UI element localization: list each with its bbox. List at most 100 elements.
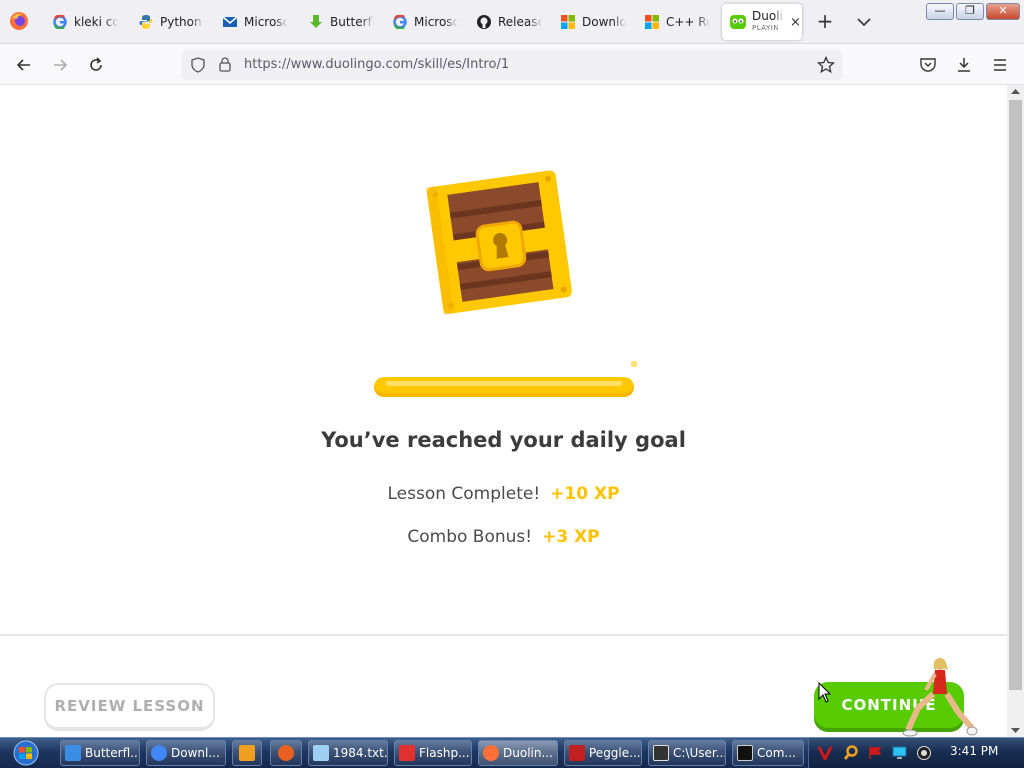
daily-goal-heading: You’ve reached your daily goal [321, 428, 686, 452]
lock-icon[interactable] [218, 56, 232, 73]
hamburger-menu-icon [994, 59, 1006, 71]
flag-icon[interactable] [868, 746, 883, 760]
new-tab-button[interactable]: + [814, 10, 836, 32]
treasure-chest-icon [426, 170, 572, 315]
monitor-icon[interactable] [892, 746, 907, 760]
tab-duolingo-active[interactable]: Duoli PLAYIN × [722, 4, 802, 40]
forward-arrow-icon [54, 59, 68, 71]
taskbar-item-butterfly[interactable]: Butterfl... [60, 740, 140, 766]
tab-python[interactable]: Python [138, 4, 216, 40]
progress-bar-shine [386, 381, 622, 386]
back-button[interactable] [13, 54, 35, 76]
tab-label: Microsc [244, 15, 288, 29]
scroll-down-arrow-icon[interactable] [1010, 726, 1021, 734]
pocket-button[interactable] [917, 54, 939, 76]
url-text[interactable]: https://www.duolingo.com/skill/es/Intro/… [244, 57, 509, 72]
taskbar-item-media-player[interactable] [232, 740, 262, 766]
taskbar-item-peggle[interactable]: Peggle... [564, 740, 642, 766]
taskbar-item-paint[interactable] [270, 740, 302, 766]
taskbar-item-notepad-1984[interactable]: 1984.txt... [308, 740, 388, 766]
tab-github-release[interactable]: Release [476, 4, 554, 40]
github-icon [476, 14, 492, 30]
reload-button[interactable] [85, 54, 107, 76]
downloads-button[interactable] [953, 54, 975, 76]
taskbar-label: 1984.txt... [333, 746, 387, 760]
taskbar-item-flashpoint[interactable]: Flashp... [394, 740, 472, 766]
lesson-xp-value: +10 XP [550, 484, 620, 504]
taskbar-label: C:\User... [673, 746, 725, 760]
7zip-icon [653, 745, 669, 761]
taskbar-label: Peggle... [589, 746, 641, 760]
daily-goal-progress-bar [374, 377, 634, 397]
firefox-icon[interactable] [8, 10, 30, 32]
tab-label: Downlo [582, 15, 626, 29]
tab-playing-label: PLAYIN [752, 24, 780, 32]
restore-button[interactable]: ❐ [956, 3, 984, 20]
taskbar-item-7zip[interactable]: C:\User... [648, 740, 726, 766]
tab-label: C++ Ru [666, 15, 710, 29]
peggle-icon [569, 745, 585, 761]
navigation-toolbar: https://www.duolingo.com/skill/es/Intro/… [0, 44, 1024, 85]
tab-microsoft-google[interactable]: Microsc [392, 4, 470, 40]
tab-download[interactable]: Downlo [560, 4, 638, 40]
chevron-down-icon[interactable] [854, 12, 874, 32]
firefox-icon [483, 745, 499, 761]
taskbar-item-download[interactable]: Downl... [146, 740, 226, 766]
google-icon [52, 14, 68, 30]
lesson-complete-row: Lesson Complete! +10 XP [0, 484, 1007, 504]
review-lesson-button[interactable]: REVIEW LESSON [44, 683, 215, 731]
scroll-up-arrow-icon[interactable] [1010, 88, 1021, 96]
vivaldi-v-icon[interactable] [818, 745, 832, 760]
tab-kleki[interactable]: kleki co [52, 4, 130, 40]
combo-xp-value: +3 XP [542, 527, 600, 547]
taskbar-label: Duolin... [503, 746, 553, 760]
desktop-mascot-figure [902, 658, 978, 737]
shield-icon[interactable] [190, 57, 206, 73]
tab-label: Microsc [414, 15, 458, 29]
tab-label: Duoli PLAYIN [752, 10, 784, 34]
flashpoint-icon [399, 745, 415, 761]
pocket-icon [920, 58, 936, 72]
close-window-button[interactable]: ✕ [986, 3, 1020, 20]
scrollbar-thumb[interactable] [1009, 100, 1022, 690]
google-icon [392, 14, 408, 30]
close-tab-icon[interactable]: × [790, 15, 801, 30]
taskbar-label: Flashp... [419, 746, 470, 760]
combo-bonus-row: Combo Bonus! +3 XP [0, 527, 1007, 547]
tab-cpp-runtime[interactable]: C++ Ru [644, 4, 718, 40]
tab-strip: kleki co Python Microsc Butterfl Microsc… [0, 0, 1024, 44]
footer-divider [0, 634, 1007, 636]
windows-icon [560, 14, 576, 30]
notepad-icon [313, 745, 329, 761]
reload-icon [90, 57, 102, 71]
paint-icon [278, 745, 294, 761]
chrome-icon [151, 745, 167, 761]
back-arrow-icon [16, 59, 30, 71]
menu-button[interactable] [989, 54, 1011, 76]
lesson-complete-label: Lesson Complete! [387, 484, 541, 504]
download-arrow-icon [308, 14, 324, 30]
taskbar-item-command-prompt[interactable]: Com... [732, 740, 804, 766]
sparkle-decoration [631, 361, 637, 367]
mouse-cursor-icon [818, 682, 832, 703]
forward-button[interactable] [49, 54, 71, 76]
tab-butterfly[interactable]: Butterfl [308, 4, 386, 40]
ie-icon [65, 745, 81, 761]
python-icon [138, 14, 154, 30]
minimize-button[interactable]: — [926, 3, 954, 20]
bookmark-star-icon[interactable] [817, 56, 835, 74]
url-bar[interactable]: https://www.duolingo.com/skill/es/Intro/… [182, 50, 842, 80]
taskbar-item-duolingo-firefox[interactable]: Duolin... [478, 740, 558, 766]
tab-label: Butterfl [330, 15, 374, 29]
start-button-windows-icon[interactable] [4, 740, 44, 766]
taskbar-label: Butterfl... [85, 746, 139, 760]
taskbar-label: Downl... [171, 746, 220, 760]
tab-label: kleki co [74, 15, 118, 29]
search-magnifier-icon[interactable] [843, 745, 859, 761]
tab-microsoft-mail[interactable]: Microsc [222, 4, 300, 40]
system-clock[interactable]: 3:41 PM [950, 744, 998, 758]
volume-icon[interactable] [916, 745, 932, 761]
tab-label: Python [160, 15, 202, 29]
tab-label: Release [498, 15, 542, 29]
download-icon [958, 58, 970, 72]
